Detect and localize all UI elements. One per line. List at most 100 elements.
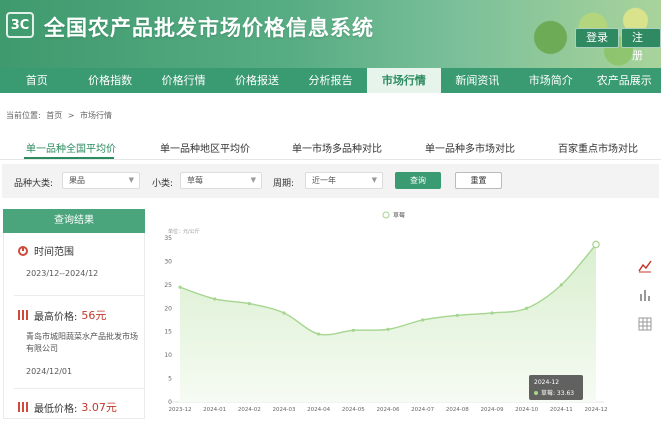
register-button[interactable]: 注册 [621,28,661,62]
data-point[interactable] [386,327,390,331]
chevron-down-icon: ▼ [371,176,377,184]
tab-market-multi-variety[interactable]: 单一市场多品种对比 [292,140,382,155]
data-point[interactable] [247,302,251,306]
results-panel: 时间范围 2023/12--2024/12 最高价格: 56元 青岛市城阳蔬菜水… [3,233,145,419]
tab-regional-average[interactable]: 单一品种地区平均价 [160,140,250,155]
max-price-title: 最高价格: 56元 [18,307,106,323]
divider [14,295,144,296]
legend-label[interactable]: 草莓 [393,212,405,220]
breadcrumb-home[interactable]: 首页 [46,111,62,120]
x-tick-label: 2024-04 [307,407,330,413]
x-tick-label: 2024-02 [238,407,261,413]
nav-item-price-report[interactable]: 价格报送 [220,68,293,93]
data-point[interactable] [282,311,286,315]
y-axis-unit-label: 单位：元/公斤 [168,228,200,235]
reset-button[interactable]: 重置 [455,172,502,189]
data-point[interactable] [213,297,217,301]
nav-item-products[interactable]: 农产品展示 [588,68,661,93]
max-price-market: 青岛市城阳蔬菜水产品批发市场有限公司 [26,332,138,353]
period-select-value: 近一年 [312,176,336,185]
breadcrumb-separator: > [67,111,75,120]
nav-item-news[interactable]: 新闻资讯 [441,68,514,93]
data-point[interactable] [178,285,182,289]
min-price-label: 最低价格: [34,403,78,415]
x-tick-label: 2024-10 [515,407,538,413]
y-tick-label: 0 [168,399,172,406]
x-tick-label: 2024-11 [550,407,573,413]
bar-chart-icon [18,402,28,412]
x-tick-label: 2024-03 [273,407,296,413]
line-chart-icon[interactable] [638,258,652,273]
x-tick-label: 2024-07 [411,407,434,413]
time-range-title: 时间范围 [18,243,74,258]
divider [14,388,144,389]
tab-variety-multi-market[interactable]: 单一品种多市场对比 [425,140,515,155]
y-tick-label: 35 [164,235,172,242]
price-chart: 草莓 单位：元/公斤 0 5 10 15 20 25 30 35 2023-12 2024-01… [152,205,622,419]
x-tick-label: 2023-12 [169,407,192,413]
tab-key-markets[interactable]: 百家重点市场对比 [558,140,638,155]
login-button[interactable]: 登录 [575,28,619,48]
tab-national-average[interactable]: 单一品种全国平均价 [26,140,116,155]
x-tick-label: 2024-05 [342,407,365,413]
y-tick-label: 25 [164,282,172,289]
min-price-value: 3.07元 [81,401,117,414]
nav-item-home[interactable]: 首页 [0,68,73,93]
y-tick-label: 15 [164,329,172,336]
price-chart-svg: 草莓 单位：元/公斤 0 5 10 15 20 25 30 35 2023-12 2024-01… [164,211,608,413]
data-point[interactable] [317,332,321,336]
x-tick-label: 2024-06 [377,407,400,413]
nav-item-price-quotes[interactable]: 价格行情 [147,68,220,93]
nav-item-market[interactable]: 市场行情 [367,68,441,93]
legend-marker[interactable] [382,211,390,219]
bar-chart-icon[interactable] [638,287,652,301]
breadcrumb-prefix: 当前位置: [6,111,41,120]
site-logo[interactable]: 3C [6,12,34,38]
category-select-value: 果品 [69,176,85,185]
active-tab-indicator [24,157,114,159]
max-price-value: 56元 [81,309,107,322]
x-tick-label: 2024-08 [446,407,469,413]
y-tick-label: 30 [164,258,172,265]
site-title: 全国农产品批发市场价格信息系统 [44,16,374,40]
nav-item-market-intro[interactable]: 市场简介 [514,68,587,93]
results-header: 查询结果 [3,209,145,233]
tooltip-value: 草莓: 33.63 [541,389,574,397]
data-point[interactable] [525,306,529,310]
max-price-date: 2024/12/01 [26,367,73,376]
nav-item-analysis[interactable]: 分析报告 [294,68,367,93]
category-label: 品种大类: [14,179,54,189]
main-nav: 首页 价格指数 价格行情 价格报送 分析报告 市场行情 新闻资讯 市场简介 农产… [0,68,661,93]
chevron-down-icon: ▼ [128,176,134,184]
chevron-down-icon: ▼ [250,176,256,184]
data-point[interactable] [592,240,600,249]
breadcrumb-current: 市场行情 [80,111,113,120]
period-select[interactable]: 近一年 ▼ [305,172,383,189]
data-point[interactable] [455,313,459,317]
subcategory-label: 小类: [152,179,174,189]
tooltip-marker [534,391,538,395]
max-price-label: 最高价格: [34,311,78,323]
data-point[interactable] [490,311,494,315]
table-icon[interactable] [638,316,652,331]
query-button[interactable]: 查询 [395,172,441,189]
category-select[interactable]: 果品 ▼ [62,172,140,189]
tooltip-title: 2024-12 [534,379,559,386]
x-tick-label: 2024-12 [585,407,608,413]
bar-chart-icon [18,310,28,320]
x-tick-label: 2024-01 [203,407,226,413]
data-point[interactable] [421,318,425,322]
y-tick-label: 10 [164,352,172,359]
data-point[interactable] [559,283,563,287]
subcategory-select[interactable]: 草莓 ▼ [180,172,262,189]
y-tick-label: 5 [168,376,172,383]
period-label: 周期: [273,179,295,189]
header-banner: 3C 全国农产品批发市场价格信息系统 登录 注册 [0,0,661,68]
nav-item-price-index[interactable]: 价格指数 [73,68,146,93]
time-range-value: 2023/12--2024/12 [26,269,99,278]
data-point[interactable] [351,328,355,332]
breadcrumb: 当前位置: 首页 > 市场行情 [6,110,115,121]
subcategory-select-value: 草莓 [187,176,203,185]
clock-icon [18,245,28,256]
y-tick-label: 20 [164,305,172,312]
